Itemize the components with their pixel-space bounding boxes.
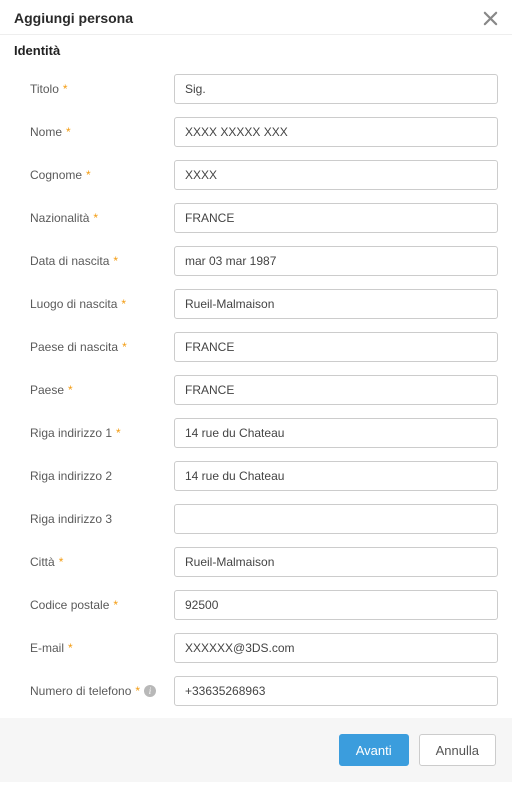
telefono-input[interactable] xyxy=(174,676,498,706)
required-marker: * xyxy=(86,168,91,182)
avanti-button[interactable]: Avanti xyxy=(339,734,409,766)
riga3-input[interactable] xyxy=(174,504,498,534)
label-riga1: Riga indirizzo 1 * xyxy=(14,426,174,440)
label-text-riga3: Riga indirizzo 3 xyxy=(30,512,112,526)
required-marker: * xyxy=(59,555,64,569)
label-text-telefono: Numero di telefono xyxy=(30,684,131,698)
email-input[interactable] xyxy=(174,633,498,663)
label-data-nascita: Data di nascita * xyxy=(14,254,174,268)
label-text-data-nascita: Data di nascita xyxy=(30,254,109,268)
label-text-paese: Paese xyxy=(30,383,64,397)
label-cap: Codice postale * xyxy=(14,598,174,612)
dialog-footer: Avanti Annulla xyxy=(0,718,512,782)
label-paese-nascita: Paese di nascita * xyxy=(14,340,174,354)
dialog-header: Aggiungi persona xyxy=(0,0,512,34)
dialog-title: Aggiungi persona xyxy=(14,10,133,26)
label-text-cognome: Cognome xyxy=(30,168,82,182)
required-marker: * xyxy=(116,426,121,440)
label-text-riga1: Riga indirizzo 1 xyxy=(30,426,112,440)
label-riga2: Riga indirizzo 2 xyxy=(14,469,174,483)
label-text-luogo-nascita: Luogo di nascita xyxy=(30,297,117,311)
required-marker: * xyxy=(68,383,73,397)
data-nascita-input[interactable] xyxy=(174,246,498,276)
label-text-nazionalita: Nazionalità xyxy=(30,211,89,225)
label-riga3: Riga indirizzo 3 xyxy=(14,512,174,526)
cap-input[interactable] xyxy=(174,590,498,620)
required-marker: * xyxy=(122,340,127,354)
label-nome: Nome * xyxy=(14,125,174,139)
label-email: E-mail * xyxy=(14,641,174,655)
required-marker: * xyxy=(121,297,126,311)
close-icon[interactable] xyxy=(483,11,498,26)
riga1-input[interactable] xyxy=(174,418,498,448)
label-text-titolo: Titolo xyxy=(30,82,59,96)
required-marker: * xyxy=(113,598,118,612)
label-citta: Città * xyxy=(14,555,174,569)
label-text-cap: Codice postale xyxy=(30,598,109,612)
label-text-riga2: Riga indirizzo 2 xyxy=(30,469,112,483)
paese-input[interactable] xyxy=(174,375,498,405)
label-text-email: E-mail xyxy=(30,641,64,655)
label-titolo: Titolo * xyxy=(14,82,174,96)
info-icon[interactable]: i xyxy=(144,685,156,697)
required-marker: * xyxy=(93,211,98,225)
luogo-nascita-input[interactable] xyxy=(174,289,498,319)
required-marker: * xyxy=(113,254,118,268)
titolo-input[interactable] xyxy=(174,74,498,104)
riga2-input[interactable] xyxy=(174,461,498,491)
required-marker: * xyxy=(135,684,140,698)
label-cognome: Cognome * xyxy=(14,168,174,182)
cognome-input[interactable] xyxy=(174,160,498,190)
label-paese: Paese * xyxy=(14,383,174,397)
citta-input[interactable] xyxy=(174,547,498,577)
section-title-identita: Identità xyxy=(0,35,512,64)
label-telefono: Numero di telefono * i xyxy=(14,684,174,698)
form-body: Titolo * Nome * Cognome * Nazionalità * xyxy=(0,74,512,718)
required-marker: * xyxy=(63,82,68,96)
label-luogo-nascita: Luogo di nascita * xyxy=(14,297,174,311)
nazionalita-input[interactable] xyxy=(174,203,498,233)
label-nazionalita: Nazionalità * xyxy=(14,211,174,225)
label-text-nome: Nome xyxy=(30,125,62,139)
nome-input[interactable] xyxy=(174,117,498,147)
label-text-paese-nascita: Paese di nascita xyxy=(30,340,118,354)
required-marker: * xyxy=(68,641,73,655)
annulla-button[interactable]: Annulla xyxy=(419,734,496,766)
paese-nascita-input[interactable] xyxy=(174,332,498,362)
required-marker: * xyxy=(66,125,71,139)
label-text-citta: Città xyxy=(30,555,55,569)
